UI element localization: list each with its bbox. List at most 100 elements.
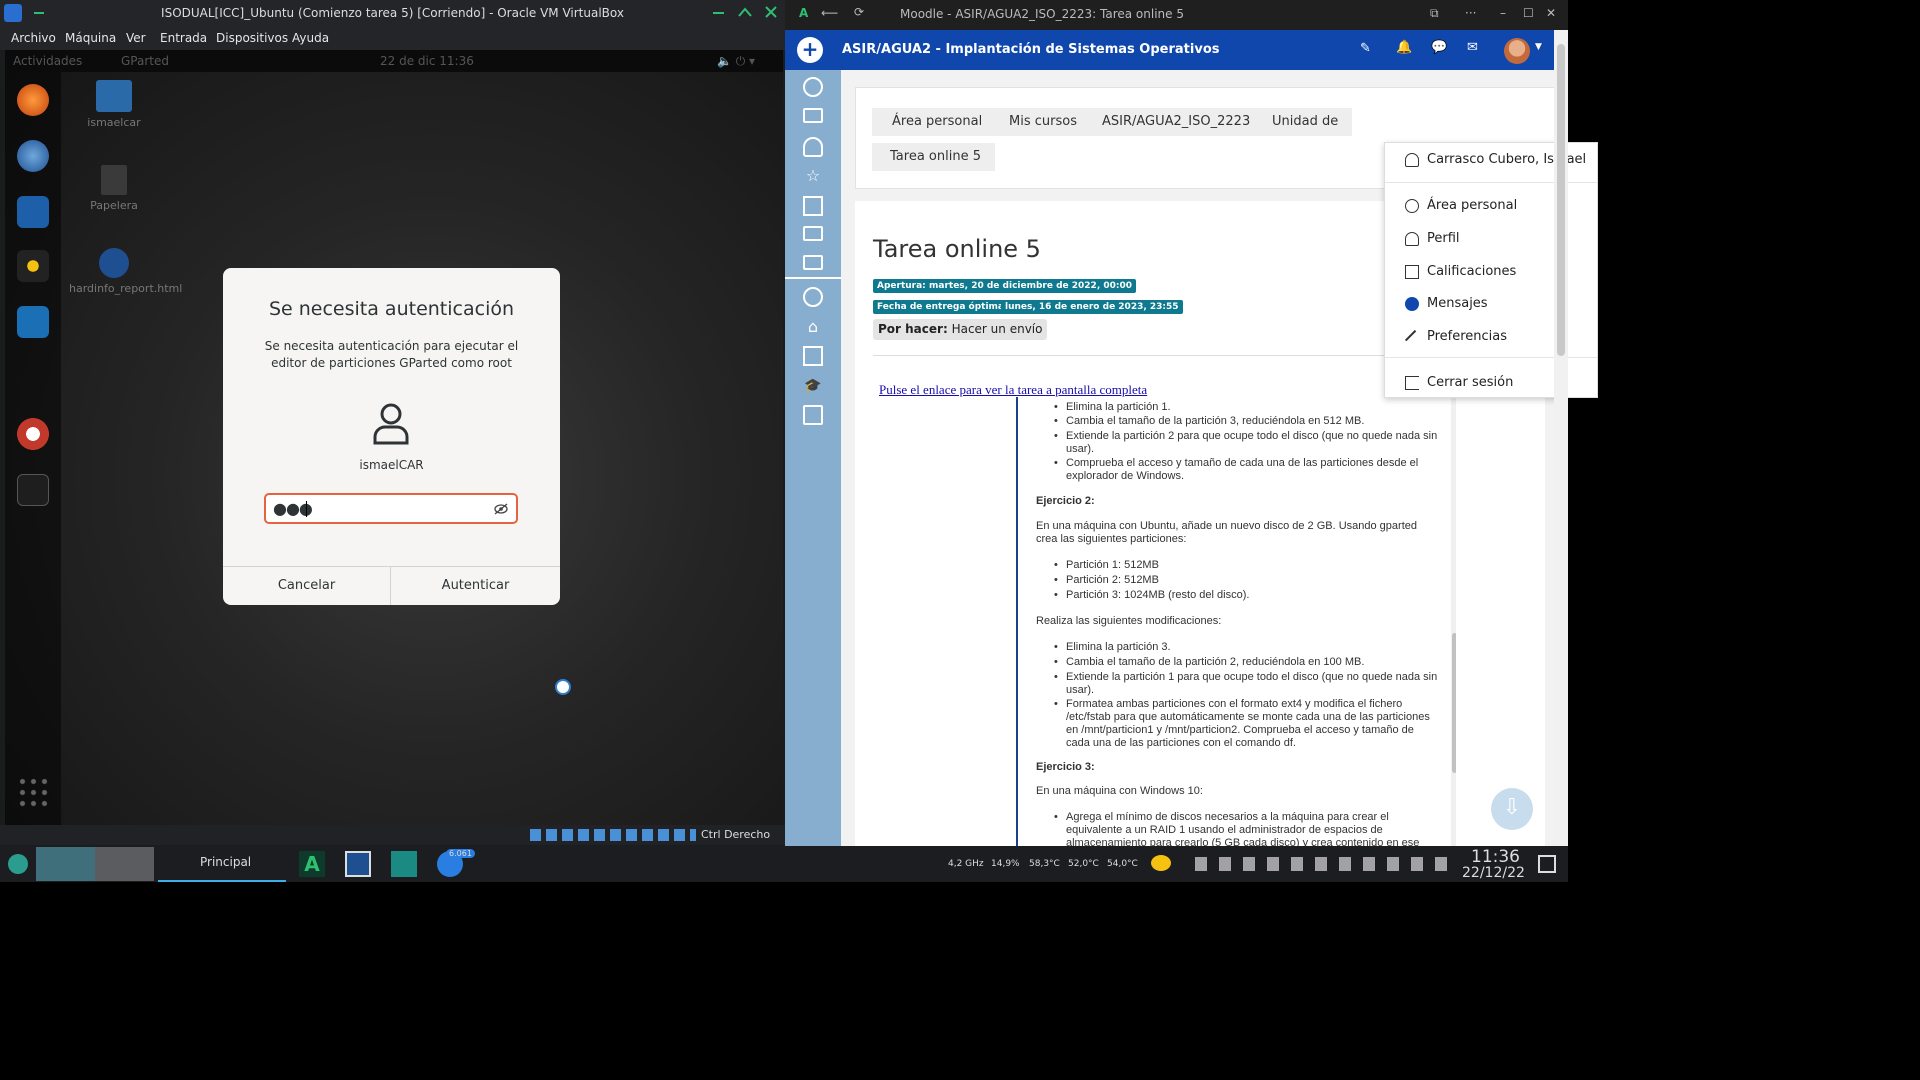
browser-scrollbar[interactable] — [1554, 30, 1568, 846]
guest-clock[interactable]: 22 de dic 11:36 — [380, 54, 474, 68]
menu-archivo[interactable]: Archivo — [11, 31, 56, 45]
course-title[interactable]: ASIR/AGUA2 - Implantación de Sistemas Op… — [842, 42, 1219, 57]
desktop-icon-trash[interactable]: Papelera — [69, 165, 159, 212]
chat-icon[interactable]: 💬 — [1431, 40, 1447, 55]
thunderbird-icon[interactable] — [17, 140, 49, 172]
breadcrumb-item[interactable]: Mis cursos — [993, 108, 1091, 136]
file-manager-icon[interactable] — [391, 851, 417, 877]
menu-maquina[interactable]: Máquina — [65, 31, 116, 45]
participants-icon[interactable] — [803, 137, 823, 157]
pin-icon[interactable]: ✎ — [1360, 41, 1371, 56]
breadcrumb-item[interactable]: ASIR/AGUA2_ISO_2223 — [1088, 108, 1265, 136]
entrega-label: Fecha de entrega óptima: — [873, 300, 1012, 314]
app-launcher-icon[interactable] — [8, 854, 28, 874]
minimize-icon[interactable]: – — [1500, 6, 1506, 20]
weather-icon[interactable] — [1151, 855, 1171, 871]
auth-title: Se necesita autenticación — [268, 298, 515, 320]
logout-icon — [1405, 376, 1419, 390]
tray-icons[interactable] — [1195, 857, 1453, 871]
close-icon[interactable] — [765, 6, 777, 18]
firefox-icon[interactable] — [17, 84, 49, 116]
files-icon[interactable] — [17, 196, 49, 228]
task-description-frame[interactable]: Elimina la partición 1. Cambia el tamaño… — [1016, 397, 1456, 846]
folder-icon[interactable] — [803, 226, 823, 241]
moodle-content: Área personal Mis cursos ASIR/AGUA2_ISO_… — [841, 70, 1598, 861]
scrollbar-thumb[interactable] — [1557, 44, 1565, 356]
star-icon[interactable]: ☆ — [803, 166, 823, 186]
chevron-down-icon[interactable]: ▼ — [1535, 42, 1542, 52]
add-block-icon[interactable]: + — [797, 37, 823, 63]
fullscreen-task-link[interactable]: Pulse el enlace para ver la tarea a pant… — [879, 382, 1147, 398]
cancel-button[interactable]: Cancelar — [223, 567, 391, 605]
authenticate-button[interactable]: Autenticar — [391, 567, 560, 605]
dashboard-icon[interactable] — [803, 287, 823, 307]
close-icon[interactable]: ✕ — [1546, 6, 1556, 20]
folder-icon[interactable] — [803, 255, 823, 270]
gnome-top-bar: Actividades GParted 22 de dic 11:36 🔈 ⏻ … — [5, 50, 783, 72]
maximize-icon[interactable] — [738, 7, 752, 17]
taskbar-date[interactable]: 22/12/22 — [1462, 865, 1525, 881]
writer-icon[interactable] — [17, 306, 49, 338]
host-taskbar: Principal A 6.061 4,2 GHz 14,9% 58,3°C 5… — [0, 846, 1568, 882]
menu-ver[interactable]: Ver — [126, 31, 146, 45]
menu-ayuda[interactable]: Ayuda — [292, 31, 329, 45]
workspace-tab-principal[interactable]: Principal — [158, 846, 286, 882]
frame-scrollbar[interactable] — [1451, 397, 1456, 846]
messages-icon[interactable]: ✉ — [1467, 40, 1478, 55]
vbox-titlebar[interactable]: ISODUAL[ICC]_Ubuntu (Comienzo tarea 5) [… — [0, 0, 785, 26]
menu-dispositivos[interactable]: Dispositivos — [216, 31, 288, 45]
guest-system-menu-icon[interactable]: 🔈 ⏻ ▾ — [717, 54, 755, 69]
menu-entrada[interactable]: Entrada — [160, 31, 207, 45]
workspace-pager[interactable] — [36, 847, 154, 881]
chat-icon — [1405, 297, 1419, 311]
auth-button-bar: Cancelar Autenticar — [223, 566, 560, 605]
calendar-icon[interactable] — [803, 346, 823, 366]
scroll-down-icon[interactable]: ⇩ — [1491, 788, 1533, 830]
rhythmbox-icon[interactable] — [17, 250, 49, 282]
breadcrumb-item-current[interactable]: Tarea online 5 — [872, 143, 995, 171]
desktop-icon-home[interactable]: ismaelcar — [69, 80, 159, 129]
password-field[interactable]: ●●● — [264, 493, 518, 524]
breadcrumb-item[interactable]: Área personal — [872, 108, 997, 136]
list-item: Comprueba el acceso y tamaño de cada una… — [1054, 457, 1438, 483]
host-key-label: Ctrl Derecho — [701, 828, 771, 841]
taskbar-clock[interactable]: 11:36 — [1471, 847, 1520, 867]
virtualbox-app-icon[interactable] — [345, 851, 371, 877]
gparted-app-menu[interactable]: GParted — [121, 54, 169, 68]
scrollbar-thumb[interactable] — [1452, 633, 1456, 773]
home-icon[interactable]: ⌂ — [803, 317, 823, 337]
reload-icon[interactable]: ⟳ — [854, 5, 864, 19]
grades-icon[interactable] — [803, 196, 823, 216]
maximize-icon[interactable]: ☐ — [1523, 6, 1534, 20]
moodle-app-icon[interactable]: A — [299, 851, 325, 877]
notifications-icon[interactable]: 🔔 — [1396, 40, 1412, 55]
app-install-icon[interactable]: ⧉ — [1430, 6, 1439, 21]
rail-divider — [785, 277, 841, 279]
breadcrumb-item[interactable]: Unidad de — [1258, 108, 1353, 136]
trash-icon — [101, 165, 127, 195]
minimize-icon[interactable] — [713, 12, 724, 14]
dashboard-icon — [1405, 199, 1419, 213]
user-avatar-button[interactable] — [1504, 38, 1530, 64]
page-title: Tarea online 5 — [873, 235, 1041, 263]
list-item: Cambia el tamaño de la partición 3, redu… — [1054, 415, 1438, 428]
files-icon[interactable] — [803, 405, 823, 425]
list-item: Elimina la partición 1. — [1054, 401, 1438, 414]
entrega-value: lunes, 16 de enero de 2023, 23:55 — [1001, 300, 1183, 314]
graduation-cap-icon[interactable]: 🎓 — [803, 376, 823, 396]
reveal-password-icon[interactable] — [494, 503, 508, 515]
folder-icon[interactable] — [803, 108, 823, 123]
clock-icon[interactable] — [803, 77, 823, 97]
activities-button[interactable]: Actividades — [13, 54, 82, 68]
help-icon[interactable] — [17, 418, 49, 450]
show-apps-icon[interactable] — [17, 776, 49, 808]
back-icon[interactable]: ⟵ — [821, 6, 838, 20]
globe-icon — [99, 248, 129, 278]
show-desktop-icon[interactable] — [1538, 855, 1556, 873]
list-item: Extiende la partición 2 para que ocupe t… — [1054, 430, 1438, 456]
terminal-icon[interactable] — [17, 474, 49, 506]
desktop-icon-html-file[interactable]: hardinfo_report.html — [69, 248, 182, 295]
exercise-intro: En una máquina con Windows 10: — [1036, 785, 1203, 797]
vbox-device-icons[interactable] — [530, 829, 696, 841]
more-options-icon[interactable]: ··· — [1465, 6, 1476, 20]
